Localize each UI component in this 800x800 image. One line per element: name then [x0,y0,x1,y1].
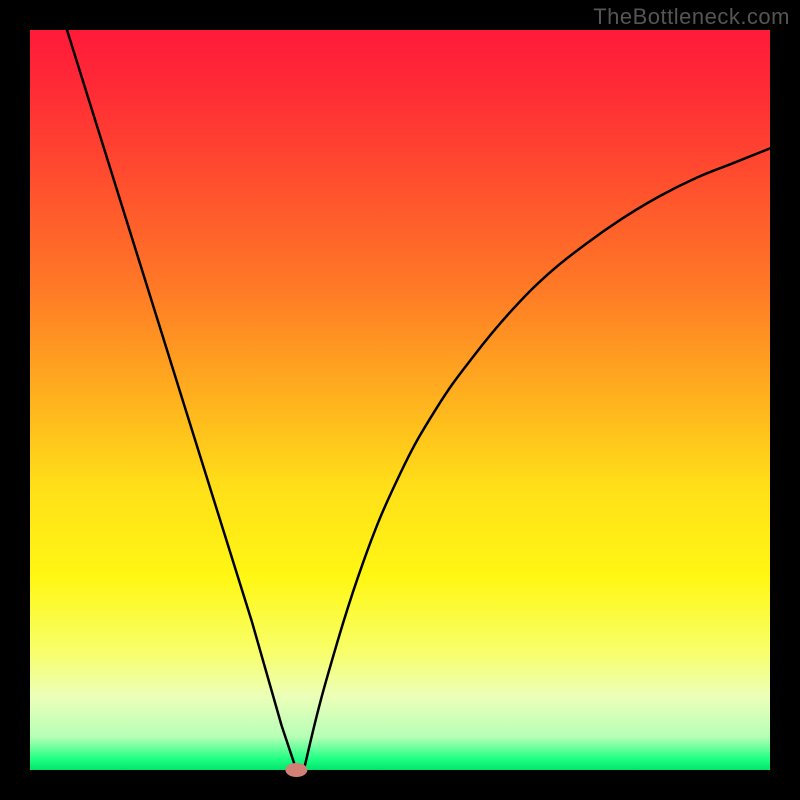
plot-background [30,30,770,770]
optimal-point-marker [285,763,307,777]
bottleneck-chart [0,0,800,800]
chart-frame: TheBottleneck.com [0,0,800,800]
watermark-text: TheBottleneck.com [593,4,790,30]
